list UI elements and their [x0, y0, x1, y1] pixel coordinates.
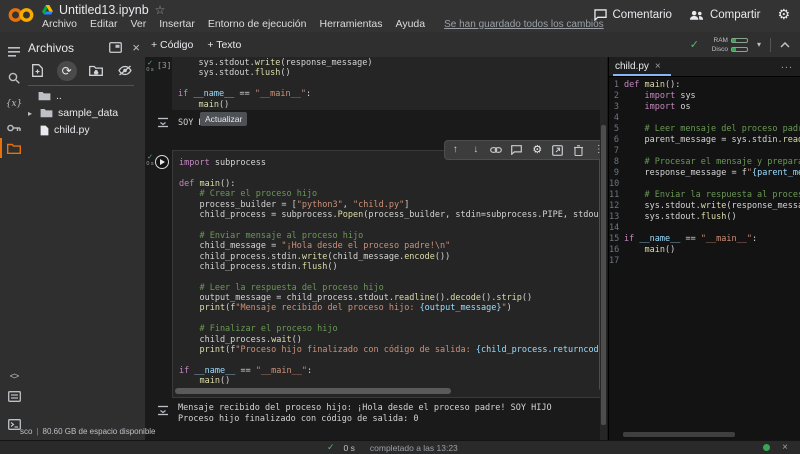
copy-link-icon[interactable] [489, 143, 503, 157]
star-icon[interactable]: ☆ [155, 4, 166, 16]
secrets-key-icon[interactable] [6, 120, 22, 136]
close-panel-icon[interactable]: × [132, 40, 140, 55]
cell2-output-icon[interactable] [157, 405, 169, 416]
mount-drive-icon[interactable] [87, 62, 105, 80]
menu-archivo[interactable]: Archivo [42, 18, 77, 30]
notebook-title[interactable]: Untitled13.ipynb [59, 3, 149, 17]
cell2-output-line2: Proceso hijo finalizado con código de sa… [178, 414, 419, 425]
cell2-horizontal-scrollbar[interactable] [175, 388, 451, 394]
file-tree: .. ▸ sample_data child.py [28, 88, 142, 139]
editor-more-icon[interactable]: ... [781, 59, 793, 71]
cell2-output-line1: Mensaje recibido del proceso hijo: ¡Hola… [178, 403, 552, 414]
move-cell-up-icon[interactable]: ↑ [448, 143, 462, 157]
tree-item-parent-dir[interactable]: .. [28, 88, 142, 104]
folder-icon [40, 108, 53, 118]
refresh-icon[interactable]: ⟳ [57, 61, 77, 81]
executions-icon[interactable] [6, 388, 22, 404]
menu-ayuda[interactable]: Ayuda [396, 18, 426, 30]
cell-comment-icon[interactable] [510, 143, 524, 157]
disk-meter [731, 47, 748, 52]
close-editor-statusbar-icon[interactable]: × [782, 442, 788, 453]
comment-button[interactable]: Comentario [594, 9, 672, 21]
move-cell-down-icon[interactable]: ↓ [469, 143, 483, 157]
cell1-code-editor[interactable]: sys.stdout.write(response_message) sys.s… [172, 57, 607, 110]
notebook-toolbar: + Código + Texto ✓ RAM Disco ▾ [145, 32, 800, 57]
variables-icon[interactable]: {x} [6, 96, 22, 112]
refresh-tooltip: Actualizar [200, 112, 247, 126]
collapse-toolbar-icon[interactable] [780, 42, 790, 48]
colab-window: Untitled13.ipynb ☆ Archivo Editar Ver In… [0, 0, 800, 454]
menubar: Archivo Editar Ver Insertar Entorno de e… [42, 18, 604, 30]
status-exec-time: 0 s [344, 443, 355, 453]
connected-check-icon: ✓ [690, 38, 699, 51]
notebook-vertical-scrollbar[interactable] [600, 57, 607, 440]
delete-cell-icon[interactable] [571, 143, 585, 157]
resources-indicator[interactable]: RAM Disco [708, 37, 748, 53]
cell2-code-editor[interactable]: import subprocess def main(): # Crear el… [172, 150, 607, 398]
cell-settings-icon[interactable]: ⚙ [530, 143, 544, 157]
run-cell-button[interactable] [155, 155, 169, 169]
cell1-exec-count: [3] [157, 61, 171, 70]
files-panel-title: Archivos [28, 41, 109, 55]
status-bar: ✓ 0 s completado a las 13:23 × [0, 440, 800, 454]
editor-status-dot [763, 444, 770, 451]
people-icon [689, 9, 704, 21]
add-text-button[interactable]: + Texto [207, 39, 241, 51]
upload-file-icon[interactable] [28, 62, 46, 80]
tree-item-child-py[interactable]: child.py [28, 122, 142, 138]
cell-toolbar: ↑ ↓ ⚙ ⋮ [444, 140, 607, 160]
comment-icon [594, 9, 607, 21]
menu-editar[interactable]: Editar [90, 18, 117, 30]
cell1-exec-status: ✓0 s [145, 60, 157, 73]
resources-dropdown-icon[interactable]: ▾ [757, 40, 761, 49]
disk-space-status: sco | 80.60 GB de espacio disponible [20, 427, 156, 436]
ram-meter [731, 38, 748, 43]
search-icon[interactable] [6, 70, 22, 86]
child-py-editor[interactable]: 1def main():2 import sys3 import os4 5 #… [609, 80, 800, 267]
editor-horizontal-scrollbar[interactable] [623, 432, 735, 437]
code-snippets-icon[interactable]: <> [6, 368, 22, 384]
menu-insertar[interactable]: Insertar [159, 18, 195, 30]
popout-panel-icon[interactable] [109, 42, 122, 53]
hidden-files-eye-icon[interactable] [116, 62, 134, 80]
drive-icon [42, 5, 53, 15]
cell1-output-icon[interactable] [157, 117, 169, 128]
open-folder-icon [38, 91, 51, 101]
status-message: completado a las 13:23 [370, 443, 458, 453]
save-status-link[interactable]: Se han guardado todos los cambios [444, 19, 604, 30]
status-check-icon: ✓ [327, 442, 335, 453]
menu-herramientas[interactable]: Herramientas [319, 18, 382, 30]
settings-gear-icon[interactable]: ⚙ [777, 7, 790, 23]
share-button[interactable]: Compartir [689, 9, 760, 21]
files-icon[interactable] [6, 140, 22, 156]
add-code-button[interactable]: + Código [151, 39, 193, 51]
close-tab-icon[interactable]: × [655, 61, 661, 72]
toc-icon[interactable] [6, 44, 22, 60]
expand-caret-icon[interactable]: ▸ [28, 109, 35, 118]
file-editor-panel: child.py × ... 1def main():2 import sys3… [608, 57, 800, 440]
menu-entorno[interactable]: Entorno de ejecución [208, 18, 307, 30]
file-icon [40, 125, 49, 136]
mirror-cell-icon[interactable] [551, 143, 565, 157]
left-sidebar: {x} <> Archivos × ⟳ [0, 32, 145, 440]
app-header: Untitled13.ipynb ☆ Archivo Editar Ver In… [0, 0, 800, 32]
editor-tabbar: child.py × ... [609, 57, 800, 77]
menu-ver[interactable]: Ver [130, 18, 146, 30]
colab-logo-icon[interactable] [7, 5, 35, 25]
tree-item-sample-data[interactable]: ▸ sample_data [28, 105, 142, 121]
